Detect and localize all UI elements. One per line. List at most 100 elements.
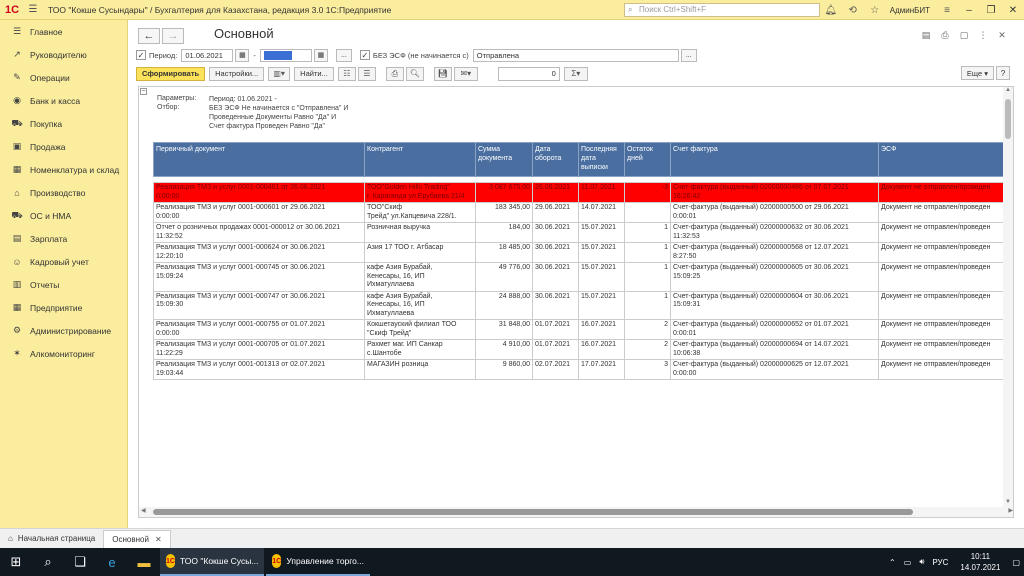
- column-header[interactable]: Остаток дней: [624, 142, 671, 177]
- cell-esf[interactable]: Документ не отправлен/проведен: [878, 319, 1005, 340]
- cell-partner[interactable]: МАГАЗИН розница: [364, 359, 476, 380]
- sidebar-item[interactable]: ▥ Отчеты: [0, 273, 127, 296]
- network-icon[interactable]: ▭: [904, 558, 912, 567]
- cell-days-left[interactable]: 3: [624, 359, 671, 380]
- tray-chevron-icon[interactable]: ⌃: [889, 558, 896, 567]
- calendar-from-icon[interactable]: ▦: [235, 48, 250, 62]
- esf-value-field[interactable]: Отправлена: [472, 48, 679, 62]
- collapse-group-icon[interactable]: –: [140, 88, 147, 95]
- sidebar-item[interactable]: ⛟ ОС и НМА: [0, 204, 127, 227]
- vertical-scroll-thumb[interactable]: [1005, 99, 1011, 139]
- print-preview-icon[interactable]: 🔍︎: [405, 66, 424, 81]
- cell-invoice[interactable]: Счет-фактура (выданный) 02000000500 от 2…: [670, 202, 879, 223]
- sidebar-item[interactable]: ⛟ Покупка: [0, 112, 127, 135]
- help-button[interactable]: ?: [996, 66, 1010, 80]
- column-header[interactable]: Дата оборота: [532, 142, 579, 177]
- print-report-icon[interactable]: ⎙: [385, 66, 404, 81]
- cell-document[interactable]: Реализация ТМЗ и услуг 0001-000745 от 30…: [153, 262, 365, 292]
- cell-esf[interactable]: Документ не отправлен/проведен: [878, 242, 1005, 263]
- cell-last-date[interactable]: 15.07.2021: [578, 222, 625, 243]
- more-vertical-icon[interactable]: ⋮: [975, 28, 991, 42]
- cell-turnover-date[interactable]: 01.07.2021: [532, 339, 579, 360]
- cell-last-date[interactable]: 16.07.2021: [578, 339, 625, 360]
- sidebar-item[interactable]: ☺ Кадровый учет: [0, 250, 127, 273]
- scroll-up-icon[interactable]: ▲: [1003, 87, 1013, 95]
- cell-esf[interactable]: Документ не отправлен/проведен: [878, 202, 1005, 223]
- table-row[interactable]: Реализация ТМЗ и услуг 0001-001313 от 02…: [153, 359, 1005, 380]
- variant-dropdown-icon[interactable]: ▥▾: [268, 66, 291, 81]
- file-explorer-icon[interactable]: ▬: [128, 548, 160, 576]
- column-header[interactable]: ЭСФ: [878, 142, 1005, 177]
- sidebar-item[interactable]: ☰ Главное: [0, 20, 127, 43]
- sum-field[interactable]: 0: [497, 66, 560, 81]
- tab-home[interactable]: ⌂ Начальная страница: [0, 530, 103, 548]
- cell-esf[interactable]: Документ не отправлен/проведен: [878, 359, 1005, 380]
- period-to-field[interactable]: [259, 48, 312, 62]
- sidebar-item[interactable]: ◉ Банк и касса: [0, 89, 127, 112]
- cell-days-left[interactable]: 2: [624, 339, 671, 360]
- esf-select-button[interactable]: ...: [680, 48, 697, 62]
- sidebar-item[interactable]: ▦ Номенклатура и склад: [0, 158, 127, 181]
- expand-icon[interactable]: ☷: [337, 66, 356, 81]
- cell-invoice[interactable]: Счет-фактура (выданный) 02000000625 от 1…: [670, 359, 879, 380]
- cell-esf[interactable]: Документ не отправлен/проведен: [878, 290, 1005, 320]
- collapse-icon[interactable]: ☰: [357, 66, 376, 81]
- history-icon[interactable]: ⟲: [846, 3, 860, 17]
- sum-dropdown-icon[interactable]: Σ▾: [563, 66, 588, 81]
- sidebar-item[interactable]: ▤ Зарплата: [0, 227, 127, 250]
- cell-last-date[interactable]: 14.07.2021: [578, 202, 625, 223]
- tab-current[interactable]: Основной ✕: [103, 529, 171, 549]
- scroll-down-icon[interactable]: ▼: [1003, 499, 1013, 507]
- sidebar-item[interactable]: ▣ Продажа: [0, 135, 127, 158]
- cell-partner[interactable]: кафе Азия Бурабай, Кенесары, 16, ИП Ихмату…: [364, 262, 476, 292]
- cell-invoice[interactable]: Счет-фактура (выданный) 02000000694 от 1…: [670, 339, 879, 360]
- cell-turnover-date[interactable]: 30.06.2021: [532, 262, 579, 292]
- cell-sum[interactable]: 18 485,00: [475, 242, 533, 263]
- esf-checkbox[interactable]: ✓: [359, 50, 370, 60]
- cell-days-left[interactable]: 1: [624, 242, 671, 263]
- save-icon[interactable]: 💾︎: [433, 66, 452, 81]
- cell-invoice[interactable]: Счет-фактура (выданный) 02000000605 от 3…: [670, 262, 879, 292]
- period-from-field[interactable]: 01.06.2021: [181, 48, 234, 62]
- column-header[interactable]: Сумма документа: [475, 142, 533, 177]
- star-icon[interactable]: ☆: [868, 3, 882, 17]
- cell-partner[interactable]: Розничная выручка: [364, 222, 476, 243]
- sidebar-item[interactable]: ✶ Алкомониторинг: [0, 342, 127, 365]
- cell-invoice[interactable]: Счет-фактура (выданный) 02000000632 от 3…: [670, 222, 879, 243]
- cell-turnover-date[interactable]: 29.06.2021: [532, 202, 579, 223]
- cell-last-date[interactable]: 15.07.2021: [578, 262, 625, 292]
- table-row[interactable]: Реализация ТМЗ и услуг 0001-000745 от 30…: [153, 262, 1005, 292]
- generate-button[interactable]: Сформировать: [136, 66, 206, 81]
- cell-esf[interactable]: Документ не отправлен/проведен: [878, 222, 1005, 243]
- table-row[interactable]: Реализация ТМЗ и услуг 0001-000747 от 30…: [153, 290, 1005, 320]
- hamburger-menu-icon[interactable]: ☰: [26, 3, 40, 17]
- sidebar-item[interactable]: ✎ Операции: [0, 66, 127, 89]
- cell-sum[interactable]: 49 776,00: [475, 262, 533, 292]
- scroll-left-icon[interactable]: ◀: [141, 507, 146, 514]
- cell-turnover-date[interactable]: 30.06.2021: [532, 290, 579, 320]
- forward-button[interactable]: →: [162, 28, 184, 44]
- cell-document[interactable]: Реализация ТМЗ и услуг 0001-000755 от 01…: [153, 319, 365, 340]
- taskbar-app-1c-trade[interactable]: 1С Управление торго...: [266, 548, 370, 576]
- cell-partner[interactable]: ТОО"Golden Hills Trading" г. Караганда ул…: [364, 182, 476, 203]
- table-row[interactable]: Реализация ТМЗ и услуг 0001-000705 от 01…: [153, 339, 1005, 360]
- scroll-right-icon[interactable]: ▶: [1008, 507, 1013, 514]
- search-taskbar-icon[interactable]: ⌕: [32, 548, 64, 576]
- restore-icon[interactable]: ❐: [980, 0, 1002, 20]
- cell-last-date[interactable]: 11.07.2021: [578, 182, 625, 203]
- column-header[interactable]: Последняя дата выписки: [578, 142, 625, 177]
- sidebar-item[interactable]: ⌂ Производство: [0, 181, 127, 204]
- cell-invoice[interactable]: Счет-фактура (выданный) 02000000604 от 3…: [670, 290, 879, 320]
- vertical-scrollbar[interactable]: ▲ ▼: [1003, 87, 1013, 507]
- close-tab-icon[interactable]: ✕: [155, 535, 162, 544]
- cell-days-left[interactable]: 1: [624, 290, 671, 320]
- clock[interactable]: 10:11 14.07.2021: [960, 551, 1000, 573]
- minimize-icon[interactable]: –: [958, 0, 980, 20]
- cell-document[interactable]: Реализация ТМЗ и услуг 0001-001313 от 02…: [153, 359, 365, 380]
- calendar-to-icon[interactable]: ▦: [313, 48, 328, 62]
- close-window-icon[interactable]: ✕: [1002, 0, 1024, 20]
- preview-icon[interactable]: ▢: [956, 28, 972, 42]
- current-user[interactable]: АдминБИТ: [890, 6, 930, 15]
- cell-partner[interactable]: Рахмет маг. ИП Санкар с.Шантобе: [364, 339, 476, 360]
- cell-document[interactable]: Отчет о розничных продажах 0001-000012 о…: [153, 222, 365, 243]
